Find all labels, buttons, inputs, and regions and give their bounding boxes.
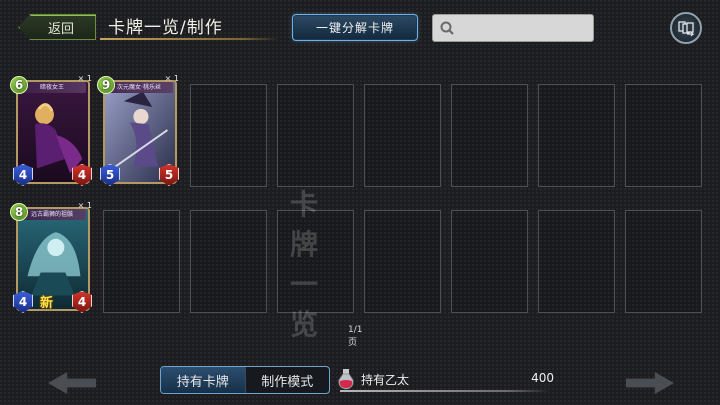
card-slot[interactable]: [451, 210, 528, 313]
card-slot[interactable]: [625, 84, 702, 187]
card-cost: 8: [10, 203, 28, 221]
card-name: 暗夜女王: [18, 82, 86, 93]
collection-card[interactable]: 远古霸狮的祖骸 8 × 1 4 新 4: [10, 201, 92, 315]
card-slot[interactable]: [451, 84, 528, 187]
tab-craft-mode[interactable]: 制作模式: [244, 367, 330, 393]
card-count: × 1: [77, 74, 92, 83]
card-cost: 9: [97, 76, 115, 94]
card-slot[interactable]: [277, 84, 354, 187]
card-slot[interactable]: [364, 210, 441, 313]
card-slot[interactable]: [190, 210, 267, 313]
card-name: 次元魔女·桃乐丝: [105, 82, 173, 93]
vial-icon: [338, 369, 354, 390]
back-button-label: 返回: [47, 21, 74, 37]
deck-menu-icon: [678, 21, 695, 37]
tab-owned-cards[interactable]: 持有卡牌: [161, 367, 245, 393]
search-input[interactable]: [432, 14, 594, 42]
card-name: 远古霸狮的祖骸: [18, 209, 86, 220]
page-title: 卡牌一览/制作: [108, 18, 223, 38]
currency-label: 持有乙太: [361, 373, 410, 387]
page-indicator: 1/1页: [348, 325, 363, 348]
top-bar: 返回 卡牌一览/制作 一键分解卡牌: [0, 0, 720, 50]
title-underline: [100, 38, 280, 40]
dismantle-all-button[interactable]: 一键分解卡牌: [292, 14, 418, 41]
card-count: × 1: [164, 74, 179, 83]
card-count: × 1: [77, 201, 92, 210]
card-slot[interactable]: [190, 84, 267, 187]
bottom-bar: [0, 355, 720, 405]
card-slot[interactable]: [538, 84, 615, 187]
card-cost: 6: [10, 76, 28, 94]
collection-watermark: 卡牌一览: [290, 188, 321, 341]
collection-card[interactable]: 次元魔女·桃乐丝 9 × 1 5 5: [97, 74, 179, 188]
back-button[interactable]: 返回: [18, 14, 96, 40]
card-slot[interactable]: [538, 210, 615, 313]
search-icon: [440, 21, 454, 35]
currency-underline: [340, 390, 550, 392]
collection-card[interactable]: 暗夜女王 6 × 1 4 4: [10, 74, 92, 188]
deck-menu-button[interactable]: [670, 12, 702, 44]
mode-toggle: 持有卡牌 制作模式: [160, 366, 330, 394]
new-badge: 新: [40, 296, 54, 311]
currency-value: 400: [531, 371, 554, 385]
card-slot[interactable]: [103, 210, 180, 313]
card-slot[interactable]: [364, 84, 441, 187]
card-slot[interactable]: [625, 210, 702, 313]
